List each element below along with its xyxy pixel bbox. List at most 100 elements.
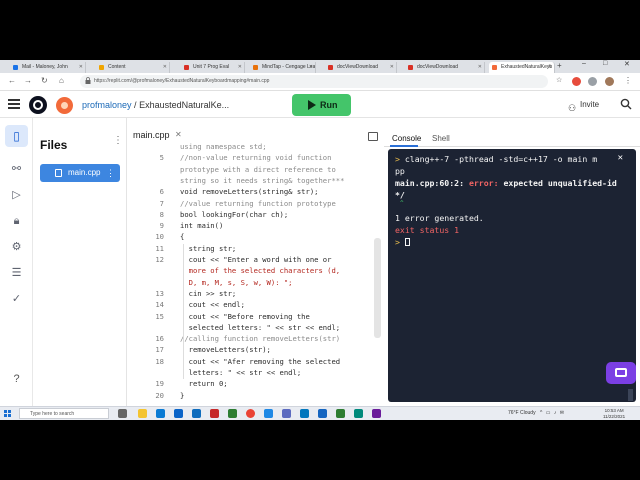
edge-icon[interactable] [156,409,165,418]
editor-tab-close-icon[interactable]: ✕ [175,130,182,139]
profile-avatar-icon[interactable] [605,77,614,86]
replit-logo-icon[interactable] [29,96,47,114]
rail-files-button[interactable]: ▯ [5,125,28,147]
taskbar-clock[interactable]: 10:53 AM 11/22/2021 [603,408,625,420]
code-line[interactable]: 19 return 0; [127,379,377,390]
extension-icon[interactable] [572,77,581,86]
code-line[interactable]: letters: " << str << endl; [127,368,377,379]
code-line[interactable]: 5 //non-value returning void function [127,153,377,164]
code-area[interactable]: using namespace std; 5 //non-value returni… [127,142,383,408]
chat-button[interactable] [606,362,636,384]
word-icon[interactable] [318,409,327,418]
rail-secrets-button[interactable]: 🔒︎ [9,214,24,229]
home-icon[interactable]: ⌂ [59,76,64,85]
code-line[interactable]: 6 void removeLetters(string& str); [127,187,377,198]
code-line[interactable]: 17 removeLetters(str); [127,345,377,356]
rail-unit-tests-button[interactable]: ✓ [9,292,24,307]
code-line[interactable]: string so it needs string& together*** [127,176,377,187]
app-icon[interactable] [354,409,363,418]
browser-tab-mail[interactable]: Mail - Maloney, John ✕ [10,62,86,73]
new-tab-icon[interactable]: + [557,61,562,70]
code-line[interactable]: 9 int main() [127,221,377,232]
breadcrumb-repl-name[interactable]: ExhaustedNaturalKe... [139,100,229,110]
store-icon[interactable] [174,409,183,418]
code-line[interactable]: 20} [127,391,377,402]
back-icon[interactable]: ← [8,76,16,85]
console-scrollbar[interactable] [628,389,633,401]
help-icon[interactable]: ? [9,372,24,387]
tab-close-icon[interactable]: ✕ [238,62,242,73]
tab-close-icon[interactable]: ✕ [548,62,552,73]
browser-tab-docview-1[interactable]: docViewDownload ✕ [325,62,397,73]
hamburger-menu-icon[interactable] [8,99,20,109]
code-line[interactable]: 8 bool lookingFor(char ch); [127,210,377,221]
tab-close-icon[interactable]: ✕ [79,62,83,73]
rail-share-button[interactable]: ⚯ [9,162,24,177]
code-line[interactable]: 7 //value returning function prototype [127,199,377,210]
tab-close-icon[interactable]: ✕ [163,62,167,73]
app-icon[interactable] [228,409,237,418]
code-line[interactable]: 16 //calling function removeLetters(str) [127,334,377,345]
address-bar[interactable]: https://replit.com/@profmaloney/Exhauste… [80,75,548,88]
files-menu-icon[interactable]: ⋮ [113,135,123,146]
code-line[interactable]: 10 { [127,232,377,243]
excel-icon[interactable] [336,409,345,418]
code-line[interactable]: 18 cout << "Afer removing the selected [127,357,377,368]
code-line[interactable]: 12 cout << "Enter a word with one or [127,255,377,266]
browser-tab-unit7[interactable]: Unit 7 Prog Eval ✕ [181,62,245,73]
minimize-icon[interactable]: – [582,60,586,67]
outlook-icon[interactable] [300,409,309,418]
windows-start-icon[interactable] [4,410,12,418]
maximize-icon[interactable]: □ [603,60,607,67]
editor-scrollbar[interactable] [374,238,381,338]
code-line[interactable]: 14 cout << endl; [127,300,377,311]
clear-console-icon[interactable]: ✕ [618,153,623,163]
rail-debugger-button[interactable]: ▷ [9,188,24,203]
code-line[interactable]: D, m, M, s, S, w, W): "; [127,278,377,289]
weather-widget[interactable]: 76°F Cloudy [508,410,536,416]
rail-settings-button[interactable]: ⚙ [9,240,24,255]
code-line[interactable]: prototype with a direct reference to [127,165,377,176]
browser-tab-replit[interactable]: ExhaustedNaturalKeyb ✕ [489,62,555,73]
code-line[interactable]: using namespace std; [127,142,377,153]
teams-icon[interactable] [282,409,291,418]
editor-tab-main-cpp[interactable]: main.cpp [133,130,170,140]
app-icon[interactable] [372,409,381,418]
tab-close-icon[interactable]: ✕ [309,62,313,73]
code-line[interactable]: selected letters: " << str << endl; [127,323,377,334]
chrome-icon[interactable] [246,409,255,418]
browser-tab-mindtap[interactable]: MindTap - Cengage Lea ✕ [250,62,316,73]
code-line[interactable]: 11 string str; [127,244,377,255]
window-close-icon[interactable]: ✕ [624,60,630,68]
reload-icon[interactable]: ↻ [41,76,48,85]
taskbar-search-input[interactable]: Type here to search [19,408,109,419]
file-item-main-cpp[interactable]: main.cpp ⋮ [40,164,120,182]
tab-shell[interactable]: Shell [432,134,450,143]
file-explorer-icon[interactable] [138,409,147,418]
tab-console[interactable]: Console [392,134,421,143]
code-line[interactable]: more of the selected characters (d, [127,266,377,277]
code-line[interactable]: 13 cin >> str; [127,289,377,300]
user-avatar[interactable] [56,97,73,114]
extensions-puzzle-icon[interactable] [588,77,597,86]
app-icon[interactable] [264,409,273,418]
console-output[interactable]: ✕ > clang++-7 -pthread -std=c++17 -o mai… [388,149,636,402]
invite-button[interactable]: ⚇ Invite [566,97,599,113]
tab-close-icon[interactable]: ✕ [390,62,394,73]
app-icon[interactable] [210,409,219,418]
bookmark-star-icon[interactable]: ☆ [556,76,562,84]
file-options-icon[interactable]: ⋮ [106,164,115,182]
mail-icon[interactable] [192,409,201,418]
task-view-icon[interactable] [118,409,127,418]
breadcrumb-username[interactable]: profmaloney [82,100,132,110]
panel-layout-icon[interactable] [368,132,378,141]
rail-database-button[interactable]: ☰ [9,266,24,281]
system-tray-icons[interactable]: ^ ▭ ♪ ✉ [540,410,565,416]
tab-close-icon[interactable]: ✕ [478,62,482,73]
browser-tab-docview-2[interactable]: docViewDownload ✕ [405,62,485,73]
browser-menu-icon[interactable]: ⋮ [624,76,632,85]
search-icon[interactable] [620,98,632,110]
browser-tab-content[interactable]: Content ✕ [96,62,170,73]
code-line[interactable]: 15 cout << "Before removing the [127,312,377,323]
run-button[interactable]: Run [292,94,351,116]
